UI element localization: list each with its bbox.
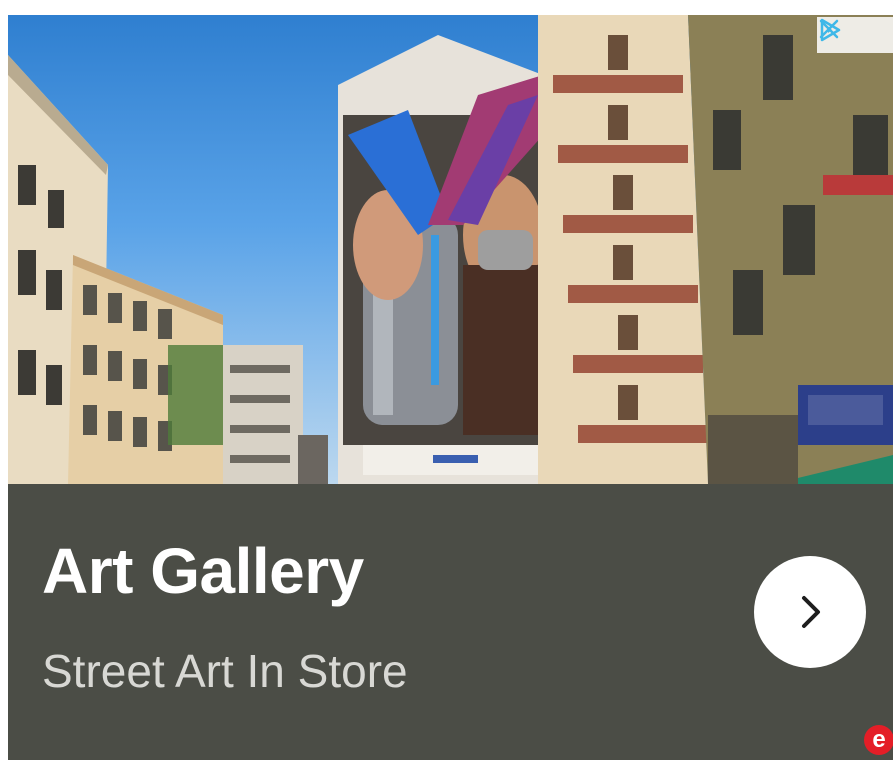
street-art-mural-photo bbox=[8, 15, 893, 484]
ad-image[interactable] bbox=[8, 15, 893, 484]
ad-banner[interactable]: Art Gallery Street Art In Store e bbox=[8, 15, 893, 760]
ad-subtitle: Street Art In Store bbox=[42, 645, 408, 697]
ad-caption[interactable]: Art Gallery Street Art In Store e bbox=[8, 484, 893, 760]
brand-logo-icon[interactable]: e bbox=[864, 725, 893, 755]
cta-button[interactable] bbox=[754, 556, 866, 668]
close-icon[interactable] bbox=[819, 19, 890, 51]
adchoices-bar[interactable] bbox=[817, 17, 893, 53]
ad-title[interactable]: Art Gallery bbox=[42, 534, 364, 608]
chevron-right-icon bbox=[802, 596, 820, 628]
